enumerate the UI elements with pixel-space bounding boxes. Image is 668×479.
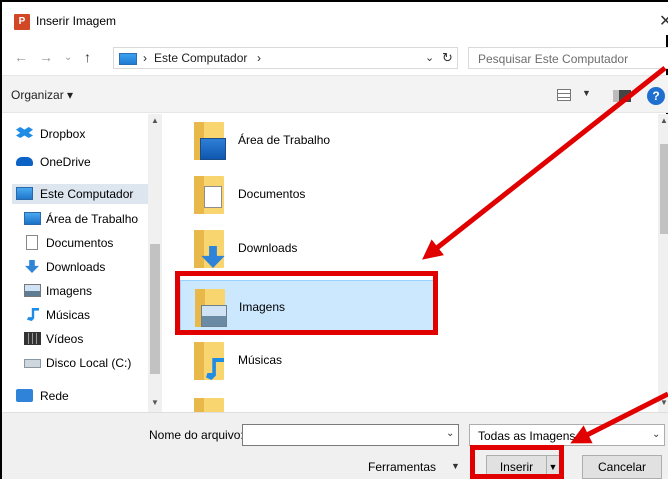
annotation-arrow-to-insert <box>570 391 668 444</box>
annotation-arrows <box>422 66 668 444</box>
annotation-arrow-to-folder <box>422 66 667 260</box>
